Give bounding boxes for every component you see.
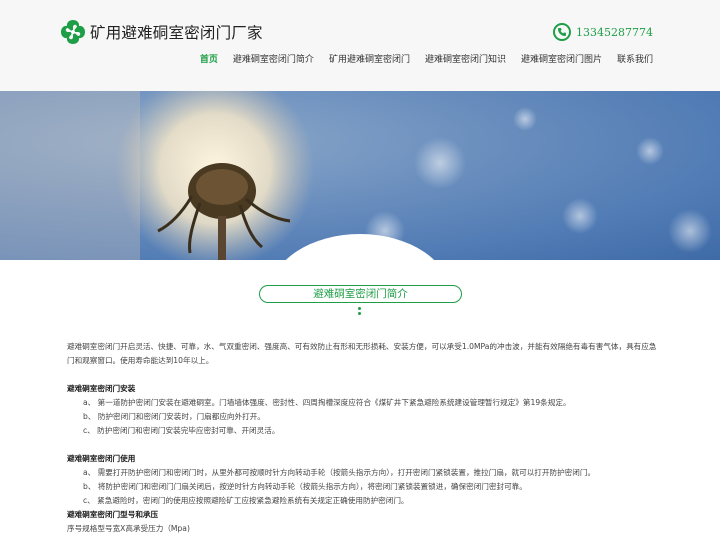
- install-heading: 避难硐室密闭门安装: [67, 384, 136, 393]
- install-item: b、 防护密闭门和密闭门安装时，门扇都应向外打开。: [83, 412, 265, 421]
- phone-icon: [553, 23, 572, 41]
- use-item: c、 紧急避险时，密闭门的使用应按照避险矿工应按紧急避险系统有关规定正确使用防护…: [83, 496, 409, 505]
- nav-knowledge[interactable]: 避难硐室密闭门知识: [425, 52, 506, 65]
- section-title-box: 避难硐室密闭门简介: [259, 285, 462, 303]
- company-name: 矿用避难硐室密闭门厂家: [90, 24, 263, 42]
- use-item: b、 将防护密闭门和密闭门门扇关闭后，按逆时针方向转动手轮（按箭头指示方向），将…: [83, 482, 527, 491]
- site-header: 矿用避难硐室密闭门厂家 13345287774 首页 避难硐室密闭门简介 矿用避…: [0, 0, 720, 91]
- nav-images[interactable]: 避难硐室密闭门图片: [521, 52, 602, 65]
- nav-intro[interactable]: 避难硐室密闭门简介: [233, 52, 314, 65]
- nav-contact[interactable]: 联系我们: [617, 52, 653, 65]
- article-content: 避难硐室密闭门开启灵活、快捷、可靠，水、气双重密闭、强度高、可有效防止有形和无形…: [67, 340, 657, 536]
- phone-contact: 13345287774: [553, 23, 653, 41]
- use-heading: 避难硐室密闭门使用: [67, 454, 136, 463]
- spec-table-header: 序号规格型号宽X高承受压力（Mpa): [67, 524, 190, 533]
- logo[interactable]: 矿用避难硐室密闭门厂家: [59, 18, 263, 46]
- clover-logo-icon: [61, 20, 85, 44]
- title-dots: [358, 307, 362, 317]
- nav-products[interactable]: 矿用避难硐室密闭门: [329, 52, 410, 65]
- intro-paragraph: 避难硐室密闭门开启灵活、快捷、可靠，水、气双重密闭、强度高、可有效防止有形和无形…: [67, 342, 657, 365]
- install-item: c、 防护密闭门和密闭门安装完毕应密封可靠、开闭灵活。: [83, 426, 280, 435]
- nav-home[interactable]: 首页: [200, 52, 218, 65]
- hero-banner: [0, 91, 720, 260]
- phone-number: 13345287774: [576, 25, 653, 39]
- install-item: a、 第一道防护密闭门安装在避难硐室。门墙墙体强度、密封性、四周掏槽深度应符合《…: [83, 398, 571, 407]
- section-title: 避难硐室密闭门简介: [313, 288, 408, 300]
- main-nav: 首页 避难硐室密闭门简介 矿用避难硐室密闭门 避难硐室密闭门知识 避难硐室密闭门…: [185, 52, 653, 65]
- use-item: a、 需要打开防护密闭门和密闭门时，从里外都可按顺时针方向转动手轮（按箭头指示方…: [83, 468, 596, 477]
- spec-heading: 避难硐室密闭门型号和承压: [67, 510, 159, 519]
